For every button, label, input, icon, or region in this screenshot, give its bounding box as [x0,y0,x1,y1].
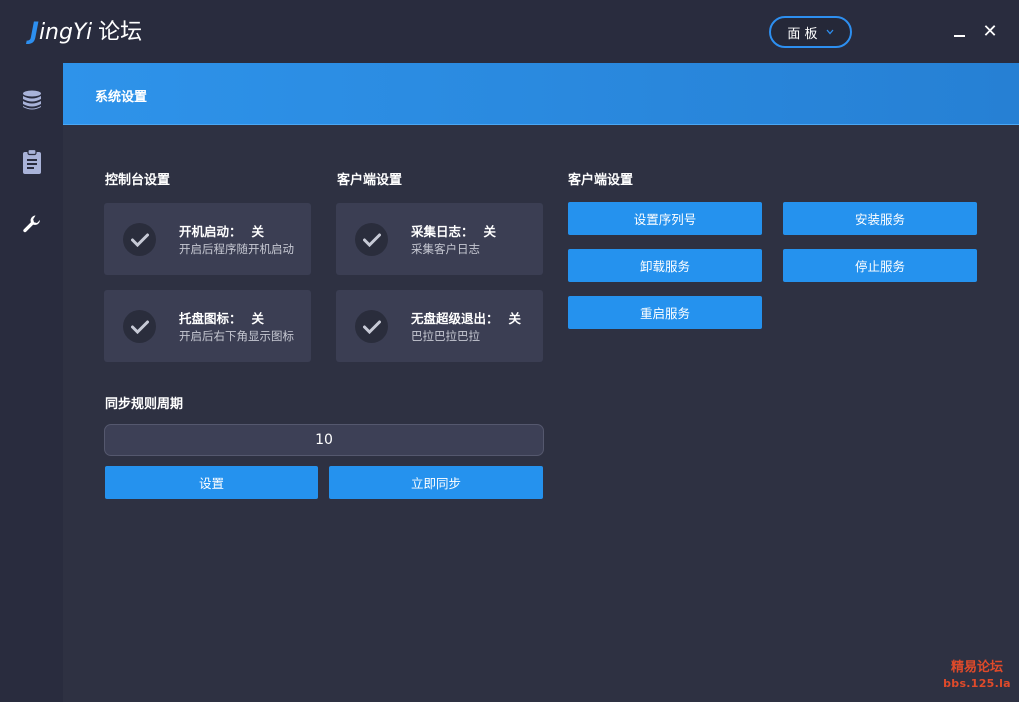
toggle-value: 关 [251,224,265,239]
card-title: 开机启动：关 [179,224,265,239]
card-tray-icon[interactable]: 托盘图标：关 开启后右下角显示图标 [104,290,311,362]
toggle-value: 关 [483,224,497,239]
restart-service-button[interactable]: 重启服务 [568,296,762,329]
install-service-button[interactable]: 安装服务 [783,202,977,235]
check-icon [355,310,388,343]
database-icon[interactable] [20,87,44,113]
close-glyph: ✕ [982,20,998,42]
check-icon [123,223,156,256]
logo-text: ingYi [38,20,93,45]
check-icon [355,223,388,256]
card-title: 无盘超级退出：关 [411,311,522,326]
app-logo: J ingYi 论坛 [30,14,142,48]
card-title: 托盘图标：关 [179,311,265,326]
card-title: 采集日志：关 [411,224,497,239]
client-settings-title: 客户端设置 [337,173,403,188]
toggle-value: 关 [251,311,265,326]
card-startup[interactable]: 开机启动：关 开启后程序随开机启动 [104,203,311,275]
set-serial-button[interactable]: 设置序列号 [568,202,762,235]
logo-chinese: 论坛 [98,20,143,45]
title-bar: J ingYi 论坛 面 板 ✕ [0,0,1019,63]
card-description: 采集客户日志 [411,242,480,256]
header-bar: 系统设置 [63,63,1019,125]
close-icon[interactable]: ✕ [979,18,1001,44]
uninstall-service-button[interactable]: 卸载服务 [568,249,762,282]
sync-now-button[interactable]: 立即同步 [329,466,543,499]
toggle-value: 关 [508,311,522,326]
card-diskless-exit[interactable]: 无盘超级退出：关 巴拉巴拉巴拉 [336,290,543,362]
card-collect-log[interactable]: 采集日志：关 采集客户日志 [336,203,543,275]
card-description: 开启后右下角显示图标 [179,329,294,343]
card-description: 巴拉巴拉巴拉 [411,329,480,343]
console-settings-title: 控制台设置 [105,173,171,188]
panel-dropdown-label: 面 板 [787,26,818,42]
watermark: 精易论坛 bbs.125.la [942,660,1012,692]
sync-period-title: 同步规则周期 [105,397,184,412]
chevron-down-icon [826,27,834,38]
clipboard-icon[interactable] [20,149,44,175]
set-button[interactable]: 设置 [105,466,318,499]
wrench-icon[interactable] [20,211,44,237]
watermark-line2: bbs.125.la [943,677,1011,690]
logo-letter-j: J [30,17,39,45]
sync-period-input[interactable] [104,424,544,456]
card-description: 开启后程序随开机启动 [179,242,294,256]
main-content: 系统设置 控制台设置 客户端设置 客户端设置 开机启动：关 开启后程序随开机启动… [63,63,1019,702]
stop-service-button[interactable]: 停止服务 [783,249,977,282]
client-service-settings-title: 客户端设置 [568,173,634,188]
minimize-icon[interactable] [948,18,970,44]
page-title: 系统设置 [95,90,148,105]
check-icon [123,310,156,343]
sidebar [0,63,63,702]
watermark-line1: 精易论坛 [950,660,1003,675]
panel-dropdown[interactable]: 面 板 [769,16,852,48]
